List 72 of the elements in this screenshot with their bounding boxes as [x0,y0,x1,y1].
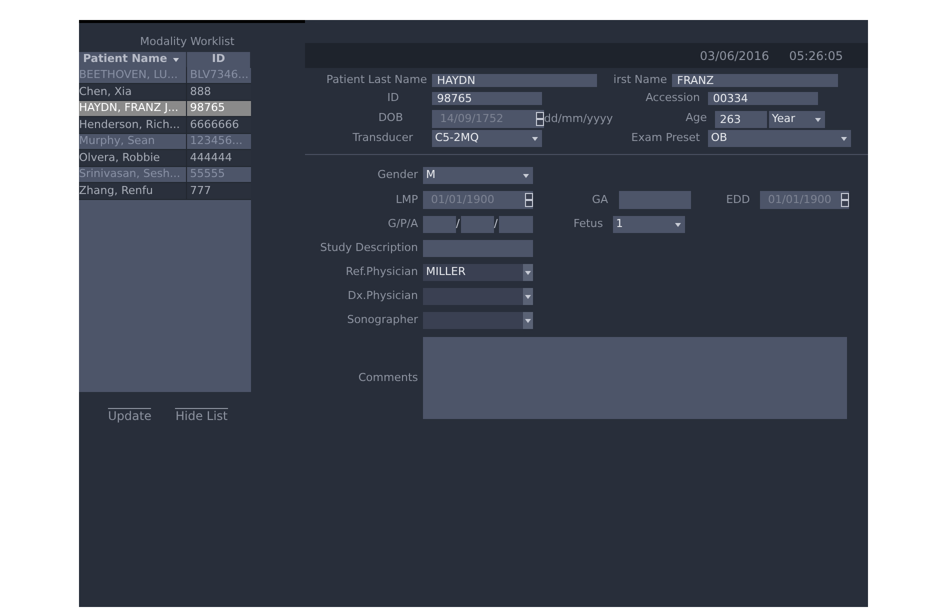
field-label: EDD [725,192,750,208]
time-text: 05:26:05 [789,48,843,64]
caret-icon [173,58,180,62]
field-label: Comments [357,370,418,386]
dropdown[interactable]: M [423,167,533,184]
field-label: Gender [376,167,418,184]
dropdown[interactable]: MILLER [423,264,533,281]
field-label: Ref.Physician [344,264,418,280]
caret-icon [675,222,681,226]
worklist-row[interactable]: Olvera, Robbie 444444 [79,150,251,166]
field-label: Patient Last Name [325,72,427,88]
table-cell-text: 98765 [189,100,226,116]
field-label: DOB [377,110,404,126]
table-cell: Zhang, Renfu [79,182,187,199]
input-field[interactable] [499,216,533,233]
input-field[interactable]: 00334 [708,92,818,105]
worklist-row[interactable]: HAYDN, FRANZ J... 98765 [79,100,251,117]
table-cell: Chen, Xia [79,84,187,100]
dropdown[interactable]: 1 [613,216,685,233]
input-field[interactable]: HAYDN [432,74,597,87]
caret-icon [523,174,529,178]
field-label: Fetus [572,216,603,232]
field-label: G/P/A [386,216,418,232]
input-field[interactable]: 263 [714,111,767,128]
text-button[interactable]: Update [108,408,152,422]
field-label: Sonographer [346,312,418,328]
field-label: GA [590,192,608,208]
table-cell-text: 444444 [189,150,233,166]
caret-icon [814,118,821,122]
separator-text: / [494,216,499,232]
input-field[interactable]: FRANZ [672,74,838,87]
field-label: Exam Preset [630,130,700,146]
table-cell-text: 6666666 [189,116,240,132]
caret-icon [532,136,538,140]
input-field[interactable] [423,240,533,257]
dropdown[interactable] [423,312,533,329]
caret-icon [841,136,847,140]
field-label: Accession [644,90,700,106]
table-cell-text: 777 [189,182,212,198]
dropdown[interactable]: Year [768,111,825,128]
field-label: Dx.Physician [346,288,418,304]
input-field[interactable] [423,216,456,233]
field-label: LMP [394,192,418,208]
dropdown[interactable]: OB [708,130,851,147]
worklist-row[interactable]: Henderson, Rich... 6666666 [79,117,251,134]
caret-icon [525,294,531,298]
worklist-row[interactable]: Zhang, Renfu 777 [79,183,251,200]
input-field[interactable] [423,337,847,419]
field-label: Study Description [319,240,418,256]
field-label: ID [386,90,400,106]
field-label: irst Name [612,72,667,88]
date-text: 03/06/2016 [700,48,770,64]
input-field[interactable]: 98765 [432,92,542,105]
caret-icon [525,318,531,322]
separator-text: / [456,216,461,232]
table-cell-text: 123456... [189,133,244,149]
table-cell-text: 888 [189,84,212,100]
input-field[interactable] [461,216,494,233]
panel-title: Modality Worklist [140,34,236,50]
worklist-row[interactable]: Chen, Xia 888 [79,84,251,100]
date-format-hint: dd/mm/yyyy [544,110,613,127]
table-cell: Olvera, Robbie [79,150,187,166]
dropdown[interactable] [423,288,533,305]
field-label: Age [684,110,707,126]
dropdown[interactable]: C5-2MQ [432,130,542,147]
table-cell-text: BLV7346... [189,67,250,83]
text-button[interactable]: Hide List [175,408,228,422]
table-cell: Henderson, Rich... [79,116,187,133]
caret-icon [525,270,531,274]
field-label: Transducer [352,130,414,146]
input-field[interactable] [619,191,691,209]
table-cell-text: 55555 [189,166,226,182]
